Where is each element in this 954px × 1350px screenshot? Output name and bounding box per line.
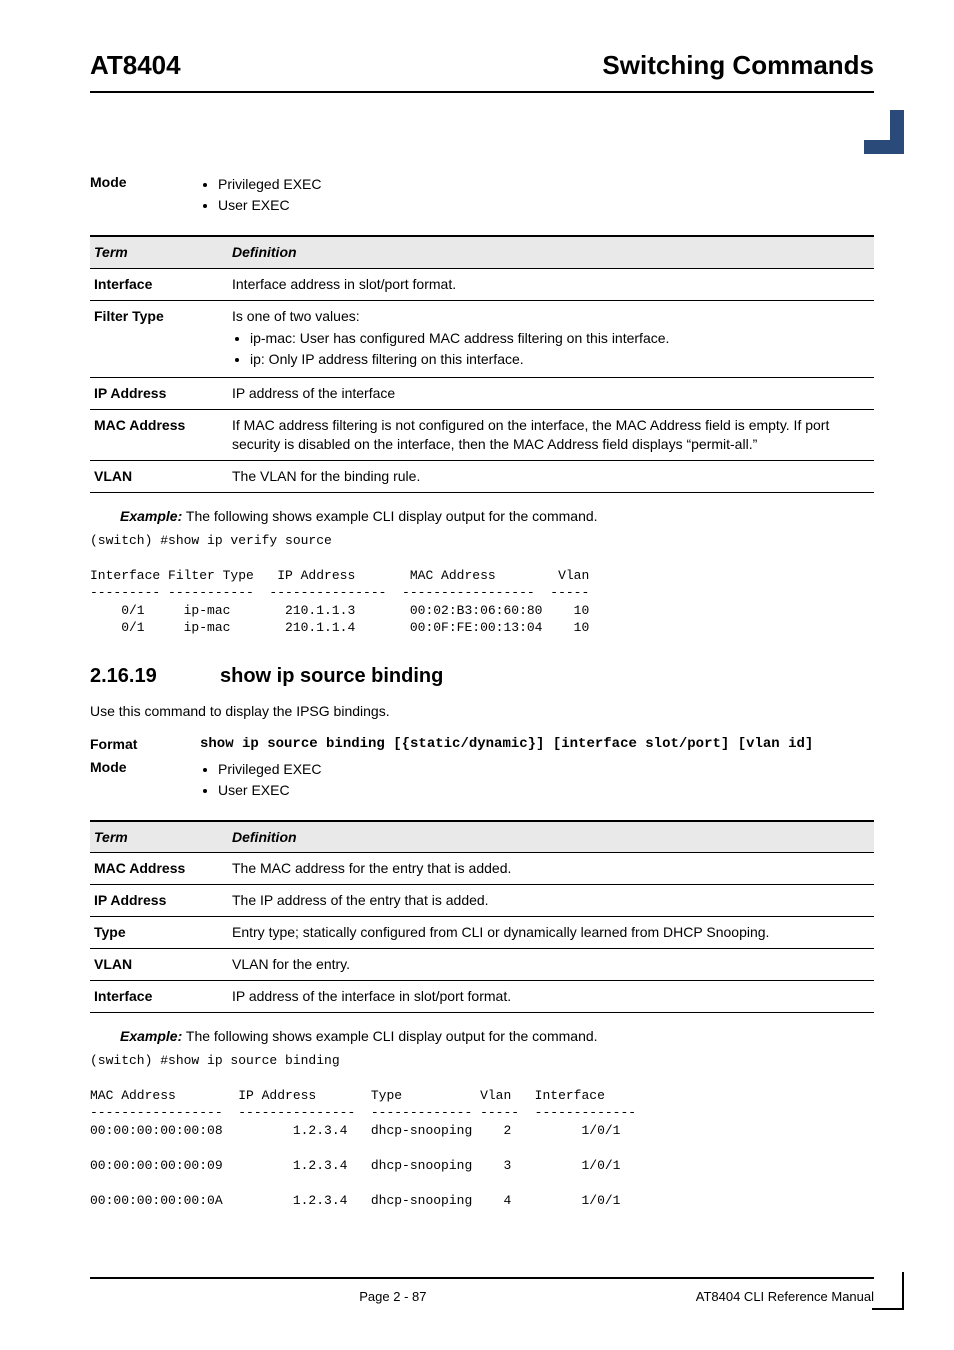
table-row: IP Address IP address of the interface (90, 378, 874, 410)
def-cell: The VLAN for the binding rule. (228, 460, 874, 492)
term-cell: MAC Address (90, 853, 228, 885)
term-cell: MAC Address (90, 410, 228, 461)
corner-mark-icon (864, 110, 904, 154)
cli-output-1: (switch) #show ip verify source Interfac… (90, 532, 874, 637)
format-label: Format (90, 735, 200, 754)
mode-label: Mode (90, 173, 200, 217)
def-cell: Interface address in slot/port format. (228, 268, 874, 300)
def-intro: Is one of two values: (232, 308, 360, 324)
term-cell: Type (90, 917, 228, 949)
mode-item: Privileged EXEC (218, 175, 322, 194)
mode-row-2: Mode Privileged EXEC User EXEC (90, 758, 874, 802)
example-1: Example: The following shows example CLI… (120, 507, 874, 526)
table-row: Filter Type Is one of two values: ip-mac… (90, 300, 874, 378)
def-cell: The MAC address for the entry that is ad… (228, 853, 874, 885)
def-cell: VLAN for the entry. (228, 949, 874, 981)
example-label: Example: (120, 1028, 182, 1044)
cli-output-2: (switch) #show ip source binding MAC Add… (90, 1052, 874, 1210)
section-number: 2.16.19 (90, 663, 220, 690)
format-command: show ip source binding [{static/dynamic}… (200, 735, 813, 754)
def-bullet: ip-mac: User has configured MAC address … (250, 329, 870, 348)
footer: Page 2 - 87 AT8404 CLI Reference Manual (90, 1277, 874, 1304)
th-term: Term (90, 821, 228, 853)
def-cell: Entry type; statically configured from C… (228, 917, 874, 949)
table-row: IP Address The IP address of the entry t… (90, 885, 874, 917)
mode-item: Privileged EXEC (218, 760, 322, 779)
table-row: Type Entry type; statically configured f… (90, 917, 874, 949)
header-right: Switching Commands (602, 50, 874, 81)
term-cell: IP Address (90, 378, 228, 410)
header-rule (90, 91, 874, 93)
table-row: Interface Interface address in slot/port… (90, 268, 874, 300)
definition-table-2: Term Definition MAC Address The MAC addr… (90, 820, 874, 1013)
term-cell: IP Address (90, 885, 228, 917)
def-bullet: ip: Only IP address filtering on this in… (250, 350, 870, 369)
page-number: Page 2 - 87 (90, 1289, 696, 1304)
mode-label-2: Mode (90, 758, 200, 802)
header-left: AT8404 (90, 50, 181, 81)
table-row: MAC Address If MAC address filtering is … (90, 410, 874, 461)
mode-item: User EXEC (218, 781, 322, 800)
definition-table-1: Term Definition Interface Interface addr… (90, 235, 874, 493)
mode-values-2: Privileged EXEC User EXEC (200, 758, 322, 802)
section-body: Use this command to display the IPSG bin… (90, 702, 874, 721)
format-row: Format show ip source binding [{static/d… (90, 735, 874, 754)
mode-item: User EXEC (218, 196, 322, 215)
example-text: The following shows example CLI display … (182, 1028, 597, 1044)
section-title: show ip source binding (220, 665, 443, 687)
term-cell: Interface (90, 980, 228, 1012)
mode-row: Mode Privileged EXEC User EXEC (90, 173, 874, 217)
def-cell: If MAC address filtering is not configur… (228, 410, 874, 461)
footer-rule (90, 1277, 874, 1279)
example-label: Example: (120, 508, 182, 524)
term-cell: Filter Type (90, 300, 228, 378)
term-cell: VLAN (90, 949, 228, 981)
def-cell: IP address of the interface in slot/port… (228, 980, 874, 1012)
term-cell: Interface (90, 268, 228, 300)
def-cell: Is one of two values: ip-mac: User has c… (228, 300, 874, 378)
table-row: VLAN The VLAN for the binding rule. (90, 460, 874, 492)
th-definition: Definition (228, 236, 874, 268)
table-row: Interface IP address of the interface in… (90, 980, 874, 1012)
example-2: Example: The following shows example CLI… (120, 1027, 874, 1046)
section-heading: 2.16.19show ip source binding (90, 663, 874, 690)
manual-title: AT8404 CLI Reference Manual (696, 1289, 874, 1304)
def-cell: The IP address of the entry that is adde… (228, 885, 874, 917)
term-cell: VLAN (90, 460, 228, 492)
def-cell: IP address of the interface (228, 378, 874, 410)
mode-values: Privileged EXEC User EXEC (200, 173, 322, 217)
example-text: The following shows example CLI display … (182, 508, 597, 524)
footer-corner-icon (872, 1272, 904, 1310)
table-row: VLAN VLAN for the entry. (90, 949, 874, 981)
th-term: Term (90, 236, 228, 268)
th-definition: Definition (228, 821, 874, 853)
table-row: MAC Address The MAC address for the entr… (90, 853, 874, 885)
